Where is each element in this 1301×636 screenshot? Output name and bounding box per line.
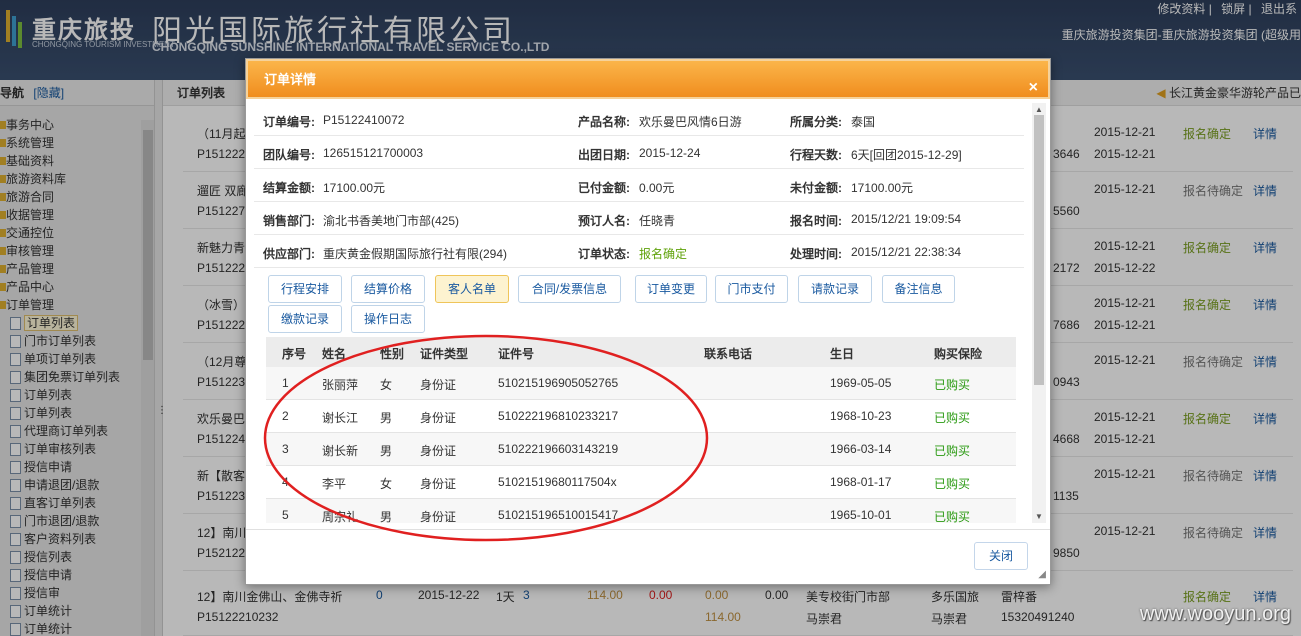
field-label: 报名时间: [790, 214, 842, 228]
field-label: 结算金额: [263, 181, 315, 195]
field-value: 渝北书香美地门市部(425) [323, 214, 460, 228]
tab[interactable]: 合同/发票信息 [518, 275, 621, 303]
table-cell: 1968-10-23 [830, 409, 892, 423]
annotation-ellipse [263, 334, 709, 542]
column-header: 购买保险 [934, 347, 983, 361]
field-label: 处理时间: [790, 247, 842, 261]
tab[interactable]: 缴款记录 [268, 305, 342, 333]
field-label: 产品名称: [578, 115, 630, 129]
field-label: 出团日期: [578, 148, 630, 162]
column-header: 生日 [830, 347, 855, 361]
info-row: 销售部门: 渝北书香美地门市部(425) 预订人名: 任晓青 报名时间: 2015/12/… [254, 202, 1024, 235]
table-cell: 1969-05-05 [830, 376, 892, 390]
dialog-title: 订单详情 × [246, 59, 1050, 99]
scroll-up-icon[interactable]: ▲ [1035, 105, 1043, 114]
tab[interactable]: 请款记录 [798, 275, 872, 303]
field-value: 126515121700003 [323, 146, 424, 160]
field-value: 2015-12-24 [639, 146, 701, 160]
tab[interactable]: 客人名单 [435, 275, 509, 303]
field-value: 重庆黄金假期国际旅行社有限(294) [323, 247, 508, 261]
scroll-down-icon[interactable]: ▼ [1035, 512, 1043, 521]
field-value: 2015/12/21 22:38:34 [851, 245, 962, 259]
table-cell: 1965-10-01 [830, 508, 892, 522]
tab[interactable]: 操作日志 [351, 305, 425, 333]
tab[interactable]: 备注信息 [882, 275, 955, 303]
field-label: 订单状态: [578, 247, 630, 261]
dialog-scrollbar[interactable]: ▲ ▼ [1032, 103, 1046, 523]
close-button[interactable]: 关闭 [974, 542, 1028, 570]
field-value: 任晓青 [639, 214, 676, 228]
table-cell: 已购买 [934, 477, 971, 491]
field-label: 订单编号: [263, 115, 315, 129]
tab[interactable]: 订单变更 [635, 275, 707, 303]
field-value: 报名确定 [639, 247, 688, 261]
field-value: 2015/12/21 19:09:54 [851, 212, 962, 226]
field-label: 未付金额: [790, 181, 842, 195]
info-row: 结算金额: 17100.00元 已付金额: 0.00元 未付金额: 17100.00元 [254, 169, 1024, 202]
table-cell: 1966-03-14 [830, 442, 892, 456]
field-label: 销售部门: [263, 214, 315, 228]
resize-handle-icon[interactable]: ◢ [1038, 569, 1046, 580]
field-label: 行程天数: [790, 148, 842, 162]
dialog-title-text: 订单详情 [264, 72, 317, 87]
table-cell: 已购买 [934, 444, 971, 458]
table-cell: 已购买 [934, 411, 971, 425]
info-row: 团队编号: 126515121700003 出团日期: 2015-12-24 行程天数:… [254, 136, 1024, 169]
field-label: 团队编号: [263, 148, 315, 162]
field-value: 欢乐曼巴风情6日游 [639, 115, 742, 129]
tab[interactable]: 行程安排 [268, 275, 342, 303]
field-label: 所属分类: [790, 115, 842, 129]
table-cell: 已购买 [934, 378, 971, 392]
tab[interactable]: 门市支付 [715, 275, 788, 303]
scroll-thumb[interactable] [1034, 115, 1044, 385]
field-value: 0.00元 [639, 181, 675, 195]
field-value: 17100.00元 [323, 181, 386, 195]
table-cell: 1968-01-17 [830, 475, 892, 489]
watermark: www.wooyun.org [1139, 603, 1291, 625]
field-value: 泰国 [851, 115, 876, 129]
field-value: 17100.00元 [851, 181, 914, 195]
tab[interactable]: 结算价格 [351, 275, 425, 303]
close-icon[interactable]: × [1029, 69, 1038, 107]
info-row: 订单编号: P15122410072 产品名称: 欢乐曼巴风情6日游 所属分类: 泰国 [254, 103, 1024, 136]
field-label: 供应部门: [263, 247, 315, 261]
field-value: 6天[回团2015-12-29] [851, 148, 962, 162]
info-row: 供应部门: 重庆黄金假期国际旅行社有限(294) 订单状态: 报名确定 处理时间: 201… [254, 235, 1024, 268]
table-cell: 已购买 [934, 510, 971, 523]
field-label: 已付金额: [578, 181, 630, 195]
field-label: 预订人名: [578, 214, 630, 228]
column-header: 联系电话 [704, 347, 753, 361]
field-value: P15122410072 [323, 113, 405, 127]
